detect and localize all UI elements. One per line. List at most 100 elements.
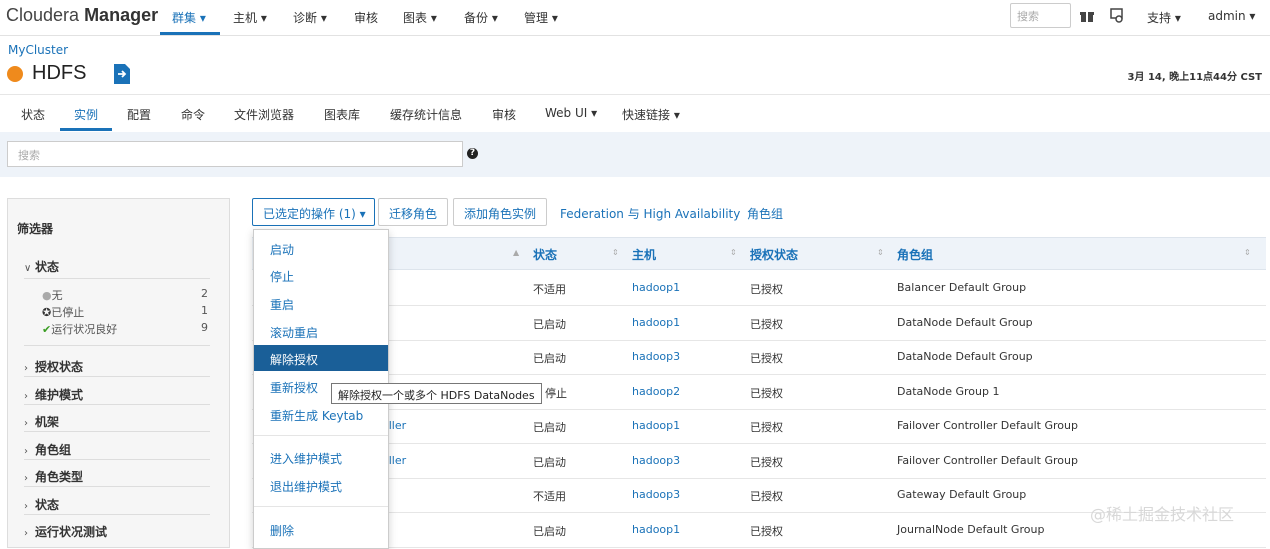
filter-section-health-tests[interactable]: › 运行状况测试 <box>24 523 107 540</box>
table-row[interactable]: 已启动 hadoop3 已授权 DataNode Default Group <box>252 340 1266 375</box>
running-commands-icon[interactable] <box>1110 8 1124 23</box>
role-commission-state: 已授权 <box>750 421 783 434</box>
sort-icon[interactable]: ⇕ <box>877 248 884 257</box>
menu-item-exit-maintenance[interactable]: 退出维护模式 <box>254 472 388 498</box>
filter-section-state[interactable]: › 状态 <box>24 496 59 513</box>
tab-audits[interactable]: 审核 <box>492 106 516 123</box>
tab-quick-links[interactable]: 快速链接 ▾ <box>622 106 680 123</box>
role-host-link[interactable]: hadoop1 <box>632 316 680 329</box>
chevron-right-icon: › <box>24 363 28 374</box>
role-host-link[interactable]: hadoop3 <box>632 488 680 501</box>
tab-active-indicator <box>60 128 112 131</box>
role-commission-state: 已授权 <box>750 490 783 503</box>
selected-actions-button[interactable]: 已选定的操作 (1) ▾ <box>252 198 375 226</box>
menu-item-enter-maintenance[interactable]: 进入维护模式 <box>254 444 388 470</box>
table-row[interactable]: 已启动 hadoop1 已授权 DataNode Default Group <box>252 306 1266 341</box>
column-header-status[interactable]: 状态 <box>533 246 557 263</box>
role-status: 已启动 <box>533 525 566 538</box>
tab-configuration[interactable]: 配置 <box>127 106 151 123</box>
filter-divider <box>24 486 210 487</box>
nav-clusters[interactable]: 群集 ▾ <box>172 9 206 26</box>
column-header-host[interactable]: 主机 <box>632 246 656 263</box>
filter-section-status-open[interactable]: ∨ 状态 <box>24 258 59 275</box>
filter-section-role-type[interactable]: › 角色类型 <box>24 468 83 485</box>
menu-item-regenerate-keytab[interactable]: 重新生成 Keytab <box>254 401 388 427</box>
tabs-divider <box>0 94 1270 95</box>
add-role-instances-button[interactable]: 添加角色实例 <box>453 198 548 226</box>
gift-icon[interactable] <box>1080 9 1094 23</box>
nav-diagnostics[interactable]: 诊断 ▾ <box>293 9 327 26</box>
filter-divider <box>24 345 210 346</box>
filter-section-label: 角色类型 <box>35 470 84 484</box>
role-host-link[interactable]: hadoop1 <box>632 281 680 294</box>
tab-web-ui[interactable]: Web UI ▾ <box>545 106 597 120</box>
filter-item-count: 9 <box>201 321 208 334</box>
nav-administration[interactable]: 管理 ▾ <box>524 9 558 26</box>
menu-item-restart[interactable]: 重启 <box>254 290 388 316</box>
top-search-input[interactable]: 搜索 <box>1010 3 1071 28</box>
table-row[interactable]: 不适用 hadoop1 已授权 Balancer Default Group <box>252 271 1266 306</box>
filter-section-role-group[interactable]: › 角色组 <box>24 441 71 458</box>
role-host-link[interactable]: hadoop3 <box>632 350 680 363</box>
role-host-link[interactable]: hadoop3 <box>632 454 680 467</box>
tab-commands[interactable]: 命令 <box>181 106 205 123</box>
menu-item-rolling-restart[interactable]: 滚动重启 <box>254 318 388 344</box>
service-actions-icon[interactable] <box>112 63 132 85</box>
brand-logo[interactable]: Cloudera Manager <box>6 5 158 26</box>
nav-audits[interactable]: 审核 <box>354 9 378 26</box>
filter-section-label: 运行状况测试 <box>35 525 108 539</box>
sort-icon[interactable]: ⇕ <box>1244 248 1251 257</box>
filter-status-stopped[interactable]: ✪已停止 1 <box>42 304 208 320</box>
menu-item-stop[interactable]: 停止 <box>254 262 388 288</box>
column-header-role-group[interactable]: 角色组 <box>897 246 933 263</box>
filter-divider <box>24 459 210 460</box>
help-icon[interactable]: ? <box>467 148 478 159</box>
brand-prefix: Cloudera <box>6 5 80 25</box>
role-commission-state: 已授权 <box>750 525 783 538</box>
tab-cache-statistics[interactable]: 缓存统计信息 <box>390 106 462 123</box>
federation-ha-link[interactable]: Federation 与 High Availability <box>560 205 740 222</box>
role-commission-state: 已授权 <box>750 318 783 331</box>
menu-item-start[interactable]: 启动 <box>254 235 388 261</box>
filter-section-maintenance-mode[interactable]: › 维护模式 <box>24 386 83 403</box>
filter-item-label: 运行状况良好 <box>51 323 118 336</box>
sort-icon[interactable]: ⇕ <box>612 248 619 257</box>
nav-charts[interactable]: 图表 ▾ <box>403 9 437 26</box>
role-groups-link[interactable]: 角色组 <box>747 205 783 222</box>
role-host-link[interactable]: hadoop2 <box>632 385 680 398</box>
role-status: 停止 <box>545 387 567 400</box>
filter-divider <box>24 278 210 279</box>
table-row[interactable]: oller 已启动 hadoop1 已授权 Failover Controlle… <box>252 409 1266 444</box>
table-row[interactable]: oller 已启动 hadoop3 已授权 Failover Controlle… <box>252 444 1266 479</box>
filter-section-rack[interactable]: › 机架 <box>24 413 59 430</box>
sort-asc-icon[interactable]: ▲ <box>513 248 519 257</box>
filter-section-commission-state[interactable]: › 授权状态 <box>24 358 83 375</box>
role-host-link[interactable]: hadoop1 <box>632 419 680 432</box>
menu-item-delete[interactable]: 删除 <box>254 516 388 542</box>
role-commission-state: 已授权 <box>750 456 783 469</box>
tab-file-browser[interactable]: 文件浏览器 <box>234 106 294 123</box>
user-menu[interactable]: admin ▾ <box>1208 9 1255 23</box>
role-host-link[interactable]: hadoop1 <box>632 523 680 536</box>
tab-instances[interactable]: 实例 <box>74 106 98 123</box>
filter-item-label: 无 <box>51 289 63 302</box>
filter-status-healthy[interactable]: ✔运行状况良好 9 <box>42 321 208 337</box>
nav-backup[interactable]: 备份 ▾ <box>464 9 498 26</box>
filter-status-none[interactable]: ●无 2 <box>42 287 208 303</box>
cluster-breadcrumb[interactable]: MyCluster <box>8 43 68 57</box>
column-header-commission-state[interactable]: 授权状态 <box>750 246 798 263</box>
filter-divider <box>24 514 210 515</box>
nav-hosts[interactable]: 主机 ▾ <box>233 9 267 26</box>
filter-divider <box>24 376 210 377</box>
tab-status[interactable]: 状态 <box>21 106 45 123</box>
support-menu[interactable]: 支持 ▾ <box>1147 9 1181 26</box>
service-status-dot <box>7 66 23 82</box>
role-group: JournalNode Default Group <box>897 523 1045 536</box>
menu-item-decommission[interactable]: 解除授权 <box>254 345 388 371</box>
migrate-roles-button[interactable]: 迁移角色 <box>378 198 449 226</box>
sort-icon[interactable]: ⇕ <box>730 248 737 257</box>
tab-chart-library[interactable]: 图表库 <box>324 106 360 123</box>
role-commission-state: 已授权 <box>750 352 783 365</box>
menu-divider <box>254 506 388 507</box>
instance-search-input[interactable]: 搜索 <box>7 141 463 167</box>
